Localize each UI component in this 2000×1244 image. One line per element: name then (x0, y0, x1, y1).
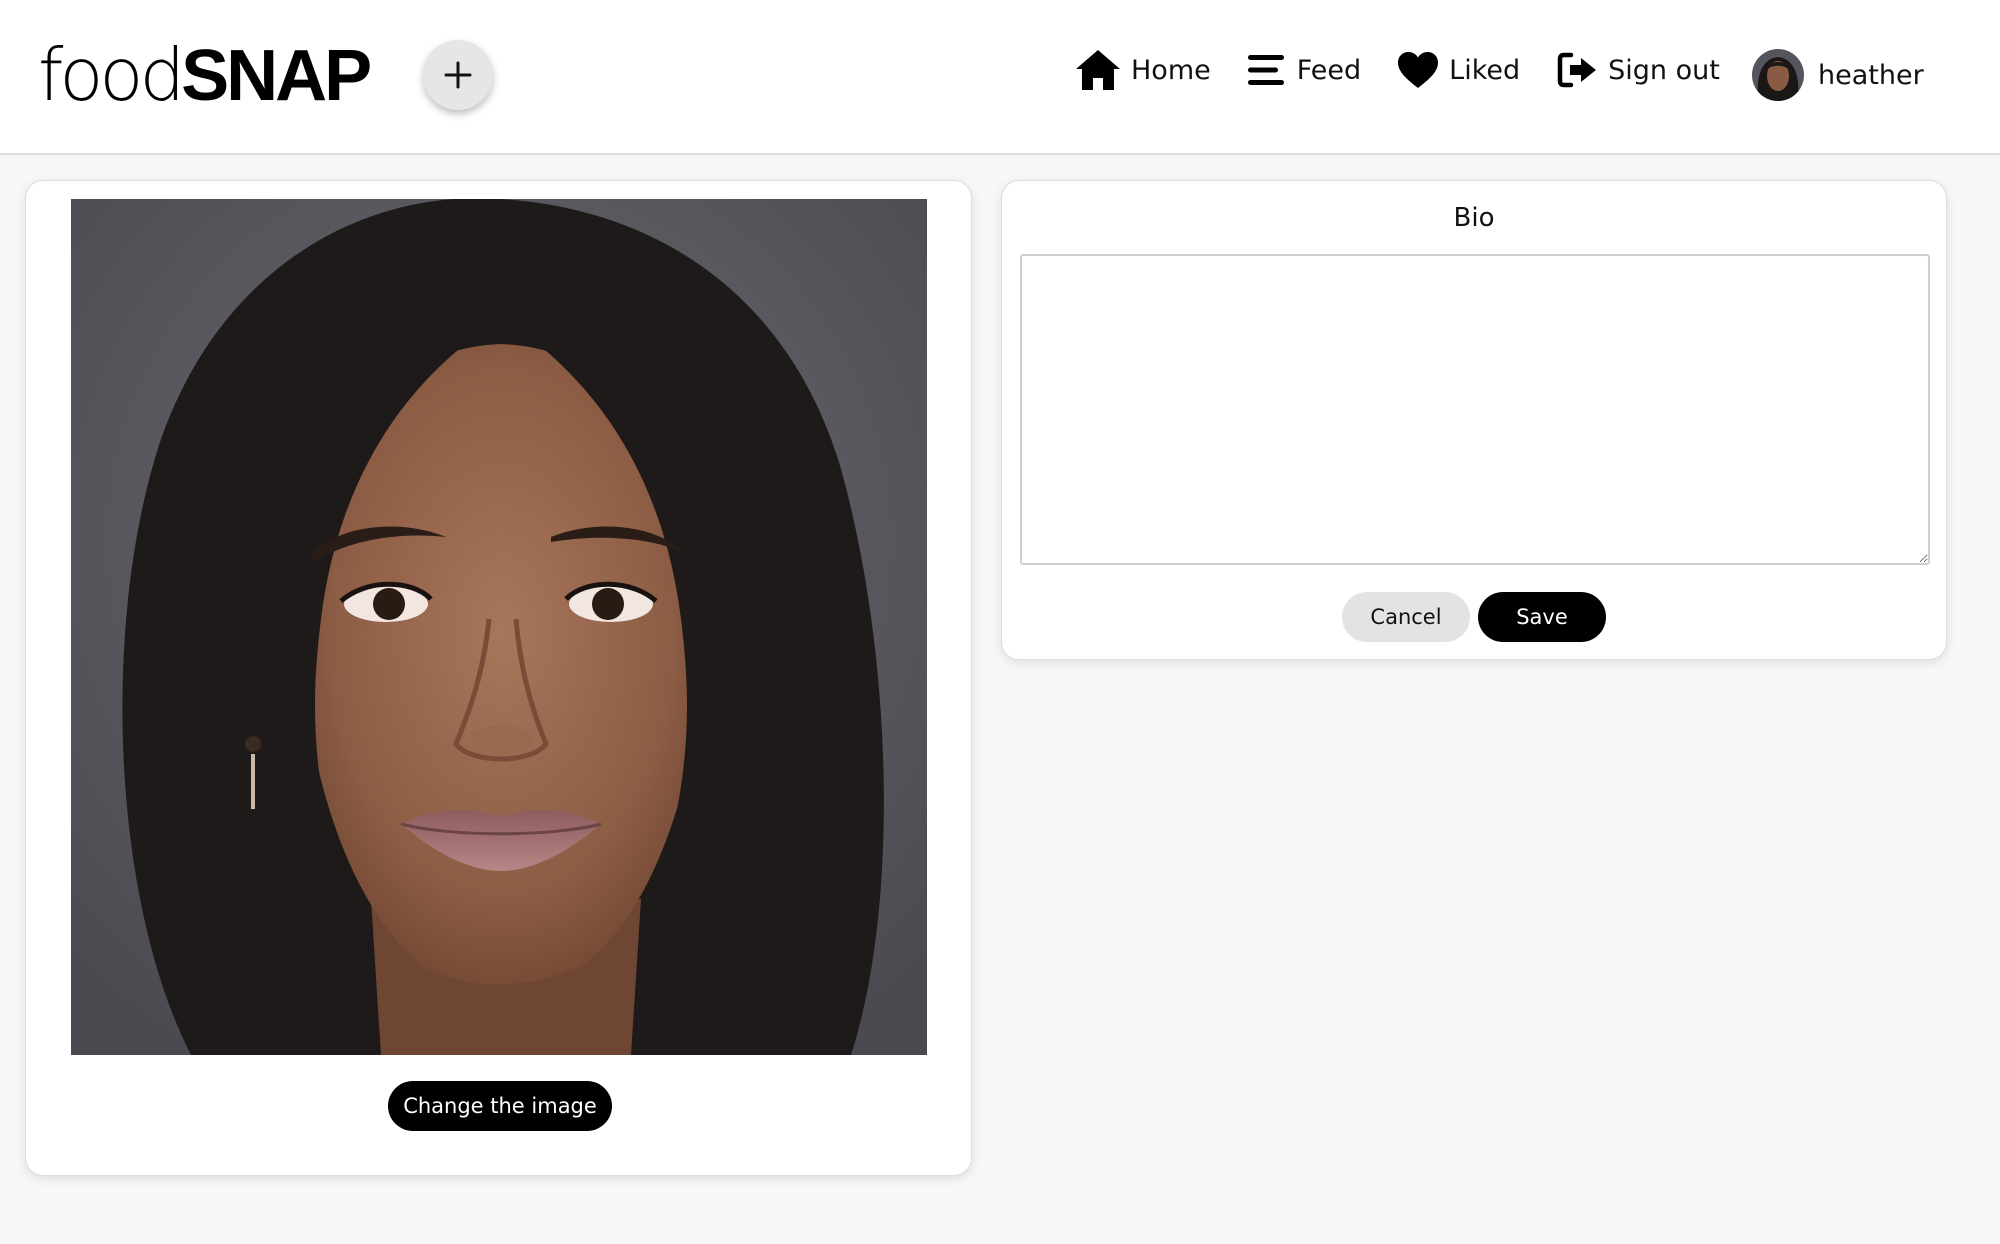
username: heather (1818, 59, 1924, 91)
profile-image-card: Change the image (25, 180, 972, 1176)
home-icon (1076, 50, 1120, 90)
logo-text-food: food (38, 33, 185, 117)
change-image-button[interactable]: Change the image (388, 1081, 612, 1131)
cancel-button[interactable]: Cancel (1342, 592, 1470, 642)
user-profile-link[interactable]: heather (1752, 48, 1924, 102)
heart-icon (1398, 52, 1439, 88)
add-post-button[interactable] (423, 40, 493, 110)
profile-photo (71, 199, 927, 1055)
bio-card: Bio Cancel Save (1001, 180, 1947, 660)
foodsnap-logo[interactable]: food SNAP (38, 33, 372, 117)
bio-actions: Cancel Save (1002, 592, 1946, 642)
nav-liked-label: Liked (1449, 54, 1521, 86)
nav-feed[interactable]: Feed (1247, 53, 1361, 87)
avatar (1752, 49, 1804, 101)
nav-sign-out-label: Sign out (1608, 54, 1720, 86)
sign-out-icon (1557, 52, 1597, 88)
top-navigation-bar: food SNAP Home Feed Liked Sign out heath… (0, 0, 2000, 155)
nav-liked[interactable]: Liked (1397, 51, 1520, 89)
logo-text-snap: SNAP (181, 36, 372, 116)
save-button[interactable]: Save (1478, 592, 1606, 642)
main-nav: Home Feed Liked Sign out (1075, 48, 1756, 92)
nav-home[interactable]: Home (1075, 49, 1211, 91)
menu-lines-icon (1247, 55, 1284, 85)
nav-feed-label: Feed (1296, 54, 1362, 86)
bio-textarea[interactable] (1020, 254, 1930, 565)
plus-icon (444, 61, 472, 89)
bio-title: Bio (1453, 203, 1495, 233)
nav-home-label: Home (1131, 54, 1211, 86)
nav-sign-out[interactable]: Sign out (1556, 51, 1720, 89)
